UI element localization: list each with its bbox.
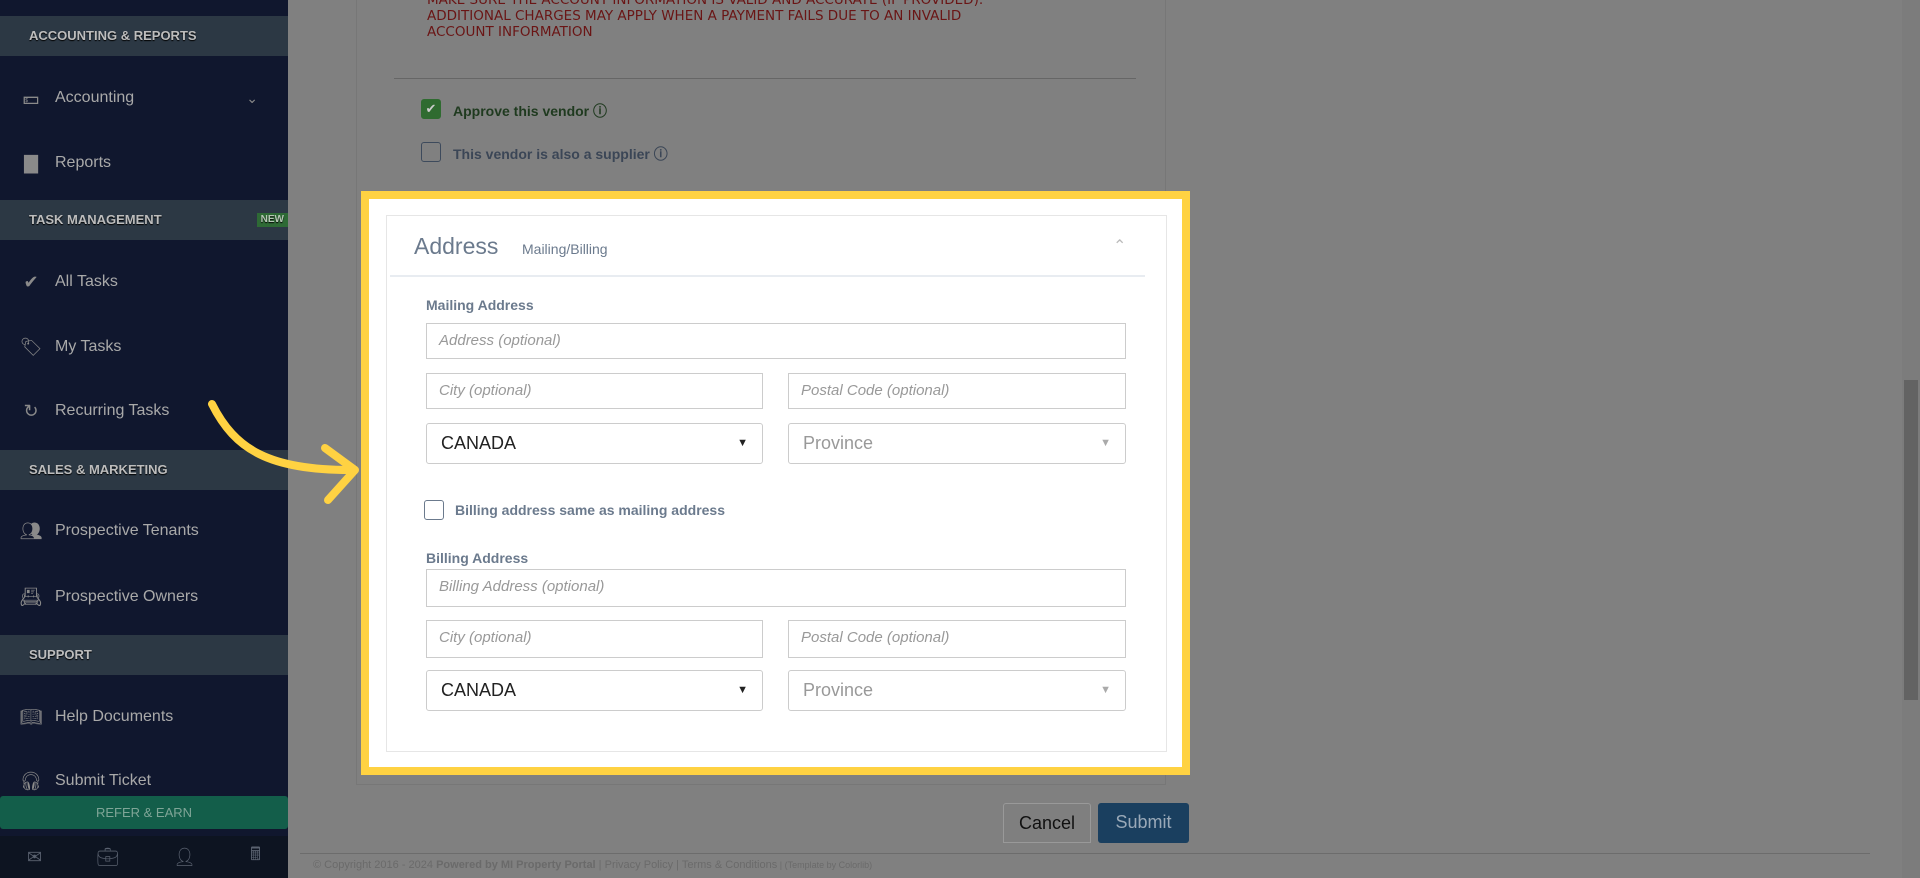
billing-same-label: Billing address same as mailing address	[455, 502, 725, 518]
label-text: Approve this vendor	[453, 103, 590, 119]
billing-address-label: Billing Address	[426, 550, 529, 566]
divider	[390, 275, 1145, 277]
privacy-policy-link[interactable]: Privacy Policy	[605, 859, 673, 871]
select-value: Province	[803, 433, 874, 453]
refer-earn-button[interactable]: REFER & EARN	[0, 796, 288, 829]
users-icon: 👥︎	[19, 520, 43, 541]
billing-postal-code-input[interactable]: Postal Code (optional)	[788, 620, 1126, 658]
pointer-arrow-icon	[208, 400, 359, 504]
scrollbar-thumb[interactable]	[1904, 380, 1918, 700]
copyright-text: © Copyright 2016 - 2024	[313, 859, 437, 871]
dropdown-caret-icon: ▼	[737, 684, 748, 696]
submit-button[interactable]: Submit	[1098, 803, 1189, 843]
warning-line: MAKE SURE THE ACCOUNT INFORMATION IS VAL…	[427, 0, 984, 8]
template-credit: | (Template by Colorlib)	[777, 860, 873, 870]
terms-link[interactable]: Terms & Conditions	[682, 859, 777, 871]
sidebar-item-label: Prospective Tenants	[55, 522, 199, 539]
section-support: SUPPORT	[0, 635, 288, 675]
envelope-icon[interactable]: ✉	[27, 847, 42, 868]
sidebar-item-label: Prospective Owners	[55, 588, 199, 605]
dropdown-caret-icon: ▼	[1100, 437, 1111, 449]
user-icon[interactable]: 👤︎	[173, 847, 196, 868]
supplier-label: This vendor is also a supplier ⓘ	[453, 144, 668, 164]
briefcase-icon[interactable]: 💼︎	[96, 847, 119, 868]
billing-province-select[interactable]: Province ▼	[788, 670, 1126, 711]
approve-vendor-label: Approve this vendor ⓘ	[453, 101, 607, 121]
calculator-icon[interactable]: 🖩︎	[250, 842, 261, 872]
billing-country-select[interactable]: CANADA ▼	[426, 670, 763, 711]
separator: |	[595, 859, 605, 871]
supplier-checkbox[interactable]	[421, 142, 441, 162]
dropdown-caret-icon: ▼	[1100, 684, 1111, 696]
sidebar-item-label: Help Documents	[55, 708, 174, 725]
mailing-city-input[interactable]: City (optional)	[426, 373, 763, 409]
billing-city-input[interactable]: City (optional)	[426, 620, 763, 658]
mailing-province-select[interactable]: Province ▼	[788, 423, 1126, 464]
warning-line: ACCOUNT INFORMATION	[427, 24, 593, 40]
sidebar-item-help-documents[interactable]: 📖︎ Help Documents	[0, 697, 288, 737]
separator: |	[673, 859, 682, 871]
mailing-address-input[interactable]: Address (optional)	[426, 323, 1126, 359]
id-card-icon: 📇︎	[19, 586, 43, 607]
sidebar-bottom-bar: ✉ 💼︎ 👤︎ 🖩︎	[0, 836, 288, 878]
billing-same-checkbox[interactable]	[424, 500, 444, 520]
footer: © Copyright 2016 - 2024 Powered by MI Pr…	[313, 859, 872, 871]
label-text: This vendor is also a supplier	[453, 146, 650, 162]
sidebar-item-submit-ticket[interactable]: 🎧︎ Submit Ticket	[0, 761, 288, 801]
scrollbar[interactable]	[1902, 0, 1920, 878]
approve-vendor-checkbox[interactable]: ✔	[421, 99, 441, 119]
account-warning: MAKE SURE THE ACCOUNT INFORMATION IS VAL…	[427, 0, 1147, 40]
sidebar-item-label: Submit Ticket	[55, 772, 152, 789]
headset-icon: 🎧︎	[19, 770, 43, 791]
select-value: Province	[803, 680, 874, 700]
warning-line: ADDITIONAL CHARGES MAY APPLY WHEN A PAYM…	[427, 8, 962, 24]
mailing-country-select[interactable]: CANADA ▼	[426, 423, 763, 464]
info-icon[interactable]: ⓘ	[593, 103, 607, 119]
collapse-chevron-up-icon[interactable]: ⌃	[1113, 236, 1126, 256]
sidebar-item-prospective-owners[interactable]: 📇︎ Prospective Owners	[0, 577, 288, 617]
dropdown-caret-icon: ▼	[737, 437, 748, 449]
info-icon[interactable]: ⓘ	[654, 146, 668, 162]
book-icon: 📖︎	[19, 706, 43, 727]
address-title: Address	[414, 233, 499, 259]
mailing-address-label: Mailing Address	[426, 297, 534, 313]
divider	[394, 78, 1136, 79]
select-value: CANADA	[441, 680, 517, 700]
cancel-button[interactable]: Cancel	[1003, 803, 1091, 843]
mailing-postal-code-input[interactable]: Postal Code (optional)	[788, 373, 1126, 409]
address-subtitle: Mailing/Billing	[522, 241, 608, 257]
billing-address-input[interactable]: Billing Address (optional)	[426, 569, 1126, 607]
powered-by-link[interactable]: Powered by MI Property Portal	[436, 859, 596, 871]
select-value: CANADA	[441, 433, 517, 453]
footer-divider	[300, 853, 1870, 854]
